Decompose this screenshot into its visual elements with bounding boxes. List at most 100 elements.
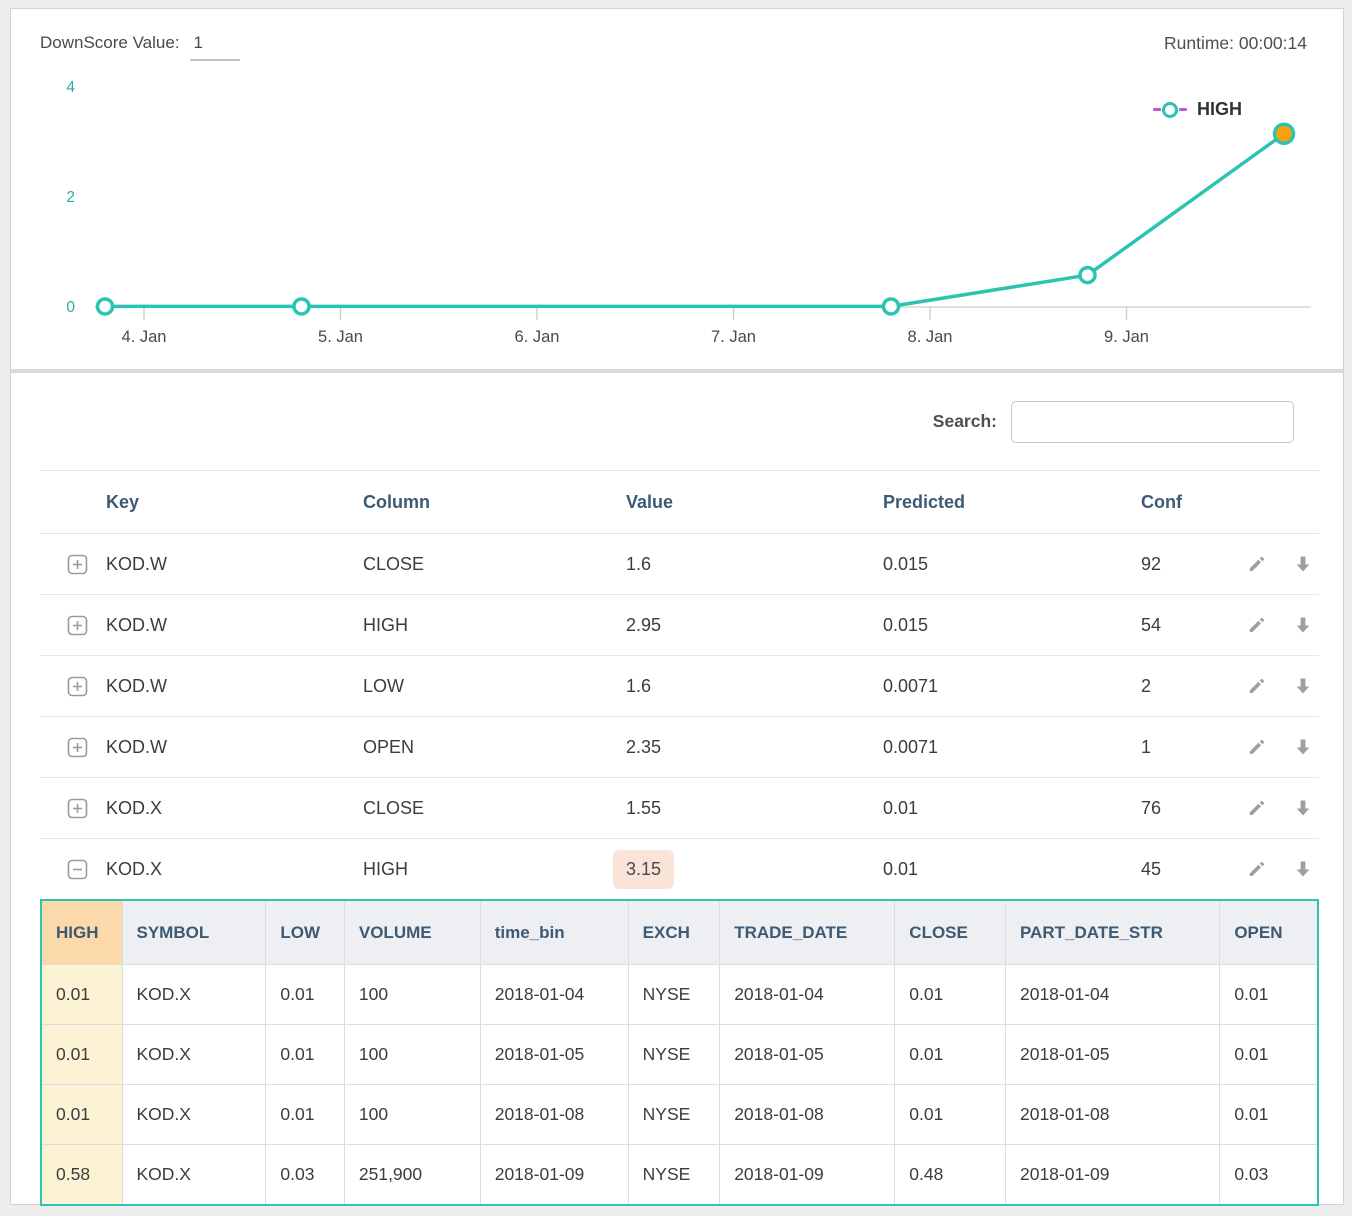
chart-point[interactable]: [294, 299, 309, 314]
cell-column: LOW: [352, 676, 615, 697]
x-axis-tick-label: 4. Jan: [122, 328, 167, 346]
plus-square-icon: [67, 798, 88, 819]
subtable-header-close: CLOSE: [895, 901, 1006, 965]
plus-square-icon: [67, 737, 88, 758]
subtable-cell: 2018-01-05: [480, 1025, 628, 1085]
edit-button[interactable]: [1247, 737, 1267, 757]
subtable-header-open: OPEN: [1220, 901, 1318, 965]
arrow-down-icon: [1293, 554, 1313, 574]
chart-point[interactable]: [98, 299, 113, 314]
subtable-cell: 0.01: [1220, 965, 1318, 1025]
plus-square-icon: [67, 554, 88, 575]
search-row: Search:: [11, 373, 1343, 470]
cell-column: CLOSE: [352, 798, 615, 819]
cell-predicted: 0.015: [872, 554, 1130, 575]
table-row: KOD.W HIGH 2.95 0.015 54: [40, 595, 1319, 656]
cell-predicted: 0.01: [872, 859, 1130, 880]
subtable-cell: KOD.X: [122, 1085, 266, 1145]
download-button[interactable]: [1293, 737, 1313, 757]
subtable-cell: NYSE: [628, 1085, 720, 1145]
chart-point[interactable]: [1080, 268, 1095, 283]
table-row: KOD.W OPEN 2.35 0.0071 1: [40, 717, 1319, 778]
subtable-header-time-bin: time_bin: [480, 901, 628, 965]
detail-subtable: HIGH SYMBOL LOW VOLUME time_bin EXCH TRA…: [40, 899, 1319, 1206]
pencil-icon: [1247, 798, 1267, 818]
cell-key: KOD.W: [95, 737, 352, 758]
cell-column: HIGH: [352, 859, 615, 880]
cell-value: 1.55: [615, 798, 872, 819]
subtable-cell: 0.01: [266, 1025, 344, 1085]
cell-key: KOD.W: [95, 676, 352, 697]
subtable-row: 0.01 KOD.X 0.01 100 2018-01-08 NYSE 2018…: [42, 1085, 1318, 1145]
chart-point[interactable]: [884, 299, 899, 314]
downscore-control: DownScore Value:: [40, 33, 240, 61]
search-input[interactable]: [1011, 401, 1294, 443]
expand-row-button[interactable]: [67, 554, 88, 575]
expand-row-button[interactable]: [67, 737, 88, 758]
column-header-key[interactable]: Key: [95, 492, 352, 513]
cell-value: 2.35: [615, 737, 872, 758]
downscore-label: DownScore Value:: [40, 33, 180, 53]
subtable-cell: 2018-01-09: [720, 1145, 895, 1205]
pencil-icon: [1247, 859, 1267, 879]
legend-circle-marker-icon: [1162, 102, 1178, 118]
downscore-input[interactable]: [190, 33, 240, 61]
column-header-predicted[interactable]: Predicted: [872, 492, 1130, 513]
minus-square-icon: [67, 859, 88, 880]
subtable-cell: 2018-01-09: [1005, 1145, 1219, 1205]
table-row: KOD.X CLOSE 1.55 0.01 76: [40, 778, 1319, 839]
subtable-cell: 0.01: [895, 1025, 1006, 1085]
pencil-icon: [1247, 554, 1267, 574]
x-axis-tick-label: 5. Jan: [318, 328, 363, 346]
subtable-cell: 0.01: [1220, 1085, 1318, 1145]
edit-button[interactable]: [1247, 554, 1267, 574]
chart-point-highlighted[interactable]: [1275, 124, 1294, 143]
download-button[interactable]: [1293, 676, 1313, 696]
subtable-cell: 0.03: [266, 1145, 344, 1205]
cell-value: 1.6: [615, 554, 872, 575]
collapse-row-button[interactable]: [67, 859, 88, 880]
subtable-cell: 0.01: [42, 965, 123, 1025]
series-line: [105, 134, 1284, 307]
subtable-cell: 2018-01-08: [1005, 1085, 1219, 1145]
cell-conf: 54: [1130, 615, 1235, 636]
download-button[interactable]: [1293, 554, 1313, 574]
cell-predicted: 0.0071: [872, 737, 1130, 758]
cell-key: KOD.X: [95, 859, 352, 880]
chart-legend-item[interactable]: HIGH: [1153, 99, 1242, 120]
subtable-cell: KOD.X: [122, 1025, 266, 1085]
expand-row-button[interactable]: [67, 676, 88, 697]
arrow-down-icon: [1293, 859, 1313, 879]
subtable-header-low: LOW: [266, 901, 344, 965]
column-header-column[interactable]: Column: [352, 492, 615, 513]
subtable-cell: 0.01: [266, 965, 344, 1025]
x-axis-tick-label: 6. Jan: [515, 328, 560, 346]
cell-key: KOD.X: [95, 798, 352, 819]
edit-button[interactable]: [1247, 798, 1267, 818]
column-header-conf[interactable]: Conf: [1130, 492, 1235, 513]
edit-button[interactable]: [1247, 615, 1267, 635]
table-row-expanded: KOD.X HIGH 3.15 0.01 45: [40, 839, 1319, 899]
table-row: KOD.W LOW 1.6 0.0071 2: [40, 656, 1319, 717]
cell-value: 1.6: [615, 676, 872, 697]
download-button[interactable]: [1293, 859, 1313, 879]
legend-label: HIGH: [1197, 99, 1242, 120]
expand-row-button[interactable]: [67, 615, 88, 636]
column-header-value[interactable]: Value: [615, 492, 872, 513]
cell-conf: 92: [1130, 554, 1235, 575]
pencil-icon: [1247, 676, 1267, 696]
subtable-cell: NYSE: [628, 1025, 720, 1085]
subtable-row: 0.01 KOD.X 0.01 100 2018-01-04 NYSE 2018…: [42, 965, 1318, 1025]
subtable-cell: 100: [344, 965, 480, 1025]
subtable-row: 0.58 KOD.X 0.03 251,900 2018-01-09 NYSE …: [42, 1145, 1318, 1205]
expand-row-button[interactable]: [67, 798, 88, 819]
download-button[interactable]: [1293, 615, 1313, 635]
edit-button[interactable]: [1247, 676, 1267, 696]
download-button[interactable]: [1293, 798, 1313, 818]
plus-square-icon: [67, 676, 88, 697]
arrow-down-icon: [1293, 737, 1313, 757]
subtable-cell: KOD.X: [122, 1145, 266, 1205]
cell-column: CLOSE: [352, 554, 615, 575]
y-axis-tick-label: 2: [66, 189, 75, 206]
edit-button[interactable]: [1247, 859, 1267, 879]
